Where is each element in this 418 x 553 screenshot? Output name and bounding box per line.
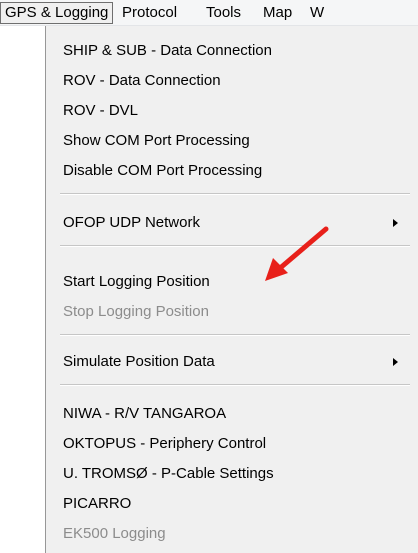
- menu-item-ship-sub-data-connection[interactable]: SHIP & SUB - Data Connection: [46, 36, 418, 66]
- menu-item-label: OKTOPUS - Periphery Control: [63, 435, 267, 452]
- menu-item-label: ROV - DVL: [63, 102, 139, 119]
- menu-item-label: PICARRO: [63, 495, 132, 512]
- menu-item-label: Simulate Position Data: [63, 353, 215, 370]
- submenu-arrow-icon: [393, 219, 398, 227]
- menu-item-start-logging-position[interactable]: Start Logging Position: [46, 267, 418, 297]
- menu-bar: GPS & Logging Protocol Tools Map W: [0, 0, 418, 26]
- menu-separator: [60, 245, 410, 247]
- menu-item-label: EK500 Logging: [63, 525, 166, 542]
- menu-item-ek500-logging: EK500 Logging: [46, 519, 418, 549]
- menu-item-label: Start Logging Position: [63, 273, 210, 290]
- menu-item-label: OFOP UDP Network: [63, 214, 200, 231]
- menu-item-label: ROV - Data Connection: [63, 72, 221, 89]
- menu-separator: [60, 193, 410, 195]
- menu-tools[interactable]: Tools: [201, 2, 246, 24]
- menu-item-disable-com-port-processing[interactable]: Disable COM Port Processing: [46, 156, 418, 186]
- menu-item-niwa-rv-tangaroa[interactable]: NIWA - R/V TANGAROA: [46, 399, 418, 429]
- menu-map[interactable]: Map: [258, 2, 297, 24]
- menu-item-ofop-udp-network[interactable]: OFOP UDP Network: [46, 208, 418, 238]
- menu-item-simulate-position-data[interactable]: Simulate Position Data: [46, 347, 418, 377]
- menu-item-u-tromso-p-cable-settings[interactable]: U. TROMSØ - P-Cable Settings: [46, 459, 418, 489]
- menu-item-label: Stop Logging Position: [63, 303, 209, 320]
- menu-protocol[interactable]: Protocol: [117, 2, 182, 24]
- menu-item-label: SHIP & SUB - Data Connection: [63, 42, 272, 59]
- menu-gps-logging[interactable]: GPS & Logging: [0, 2, 114, 24]
- menu-item-label: NIWA - R/V TANGAROA: [63, 405, 227, 422]
- menu-item-picarro[interactable]: PICARRO: [46, 489, 418, 519]
- menu-item-label: Disable COM Port Processing: [63, 162, 263, 179]
- menu-item-label: Show COM Port Processing: [63, 132, 250, 149]
- submenu-arrow-icon: [393, 358, 398, 366]
- menu-separator: [60, 384, 410, 386]
- menu-item-stop-logging-position: Stop Logging Position: [46, 297, 418, 327]
- gps-logging-dropdown: SHIP & SUB - Data Connection ROV - Data …: [45, 26, 418, 553]
- menu-item-show-com-port-processing[interactable]: Show COM Port Processing: [46, 126, 418, 156]
- menu-window-partial[interactable]: W: [305, 2, 329, 24]
- menu-item-oktopus-periphery-control[interactable]: OKTOPUS - Periphery Control: [46, 429, 418, 459]
- red-pointer-arrow-icon: [265, 226, 329, 281]
- menu-item-rov-data-connection[interactable]: ROV - Data Connection: [46, 66, 418, 96]
- menu-separator: [60, 334, 410, 336]
- menu-item-label: U. TROMSØ - P-Cable Settings: [63, 465, 274, 482]
- menu-item-rov-dvl[interactable]: ROV - DVL: [46, 96, 418, 126]
